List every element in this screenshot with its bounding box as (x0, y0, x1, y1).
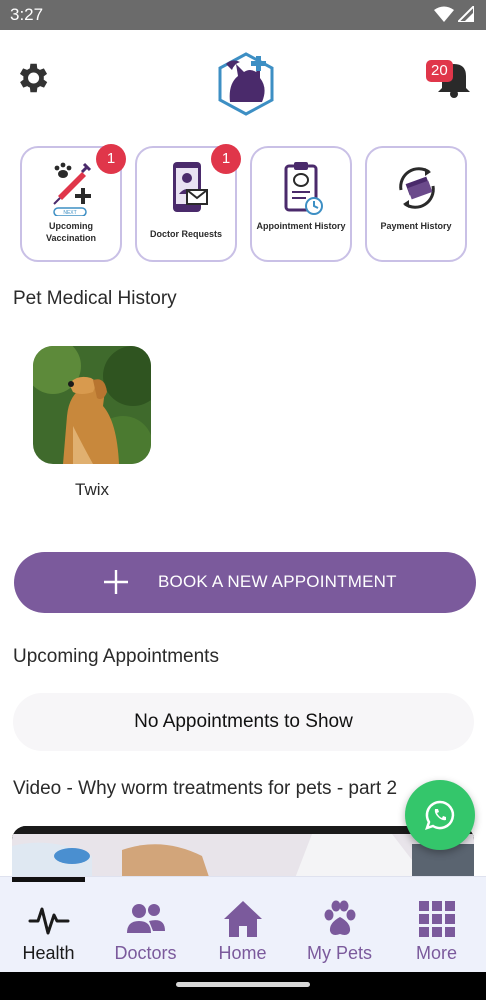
vaccination-badge: 1 (96, 144, 126, 174)
appointment-history-card[interactable]: Appointment History (250, 146, 352, 262)
nav-home[interactable]: Home (194, 877, 291, 973)
heartbeat-icon (28, 907, 70, 935)
payment-history-card[interactable]: Payment History (365, 146, 467, 262)
video-title: Video - Why worm treatments for pets - p… (13, 778, 398, 799)
whatsapp-icon (425, 800, 455, 830)
pet-photo (33, 346, 151, 464)
notification-count-badge: 20 (426, 60, 453, 82)
doctor-requests-badge: 1 (211, 144, 241, 174)
nav-more[interactable]: More (388, 877, 485, 973)
plus-icon (104, 570, 128, 594)
status-icons (434, 6, 474, 22)
qa-label: Appointment History (256, 221, 346, 231)
nav-label: My Pets (306, 943, 372, 963)
paw-icon (324, 900, 356, 935)
syringe-paw-icon: NEXT (53, 162, 92, 216)
next-tag: NEXT (63, 210, 76, 216)
home-gesture-handle[interactable] (176, 982, 310, 987)
upcoming-vaccination-card[interactable]: NEXT Upcoming Vaccination 1 (20, 144, 126, 262)
nav-label: Health (22, 943, 75, 963)
book-appointment-label: BOOK A NEW APPOINTMENT (158, 572, 397, 591)
no-appointments-text: No Appointments to Show (134, 711, 353, 732)
cash-cycle-icon (399, 167, 435, 209)
nav-my-pets[interactable]: My Pets (291, 877, 388, 973)
nav-label: Doctors (114, 943, 177, 963)
home-icon (224, 901, 262, 937)
nav-label: More (415, 943, 457, 963)
pet-card[interactable]: Twix (33, 346, 151, 500)
nav-health[interactable]: Health (0, 877, 97, 973)
no-appointments-box: No Appointments to Show (13, 693, 474, 751)
bottom-nav: Health Doctors Home My Pets More (0, 876, 486, 972)
qa-label: Doctor Requests (149, 229, 222, 239)
nav-label: Home (218, 943, 267, 963)
qa-label: Upcoming Vaccination (45, 221, 97, 243)
phone-doctor-mail-icon (173, 162, 208, 212)
book-appointment-button[interactable]: BOOK A NEW APPOINTMENT (14, 552, 476, 613)
whatsapp-button[interactable] (405, 780, 475, 850)
pet-name: Twix (75, 480, 109, 499)
signal-icon (458, 6, 474, 22)
upcoming-title: Upcoming Appointments (13, 646, 219, 667)
grid-icon (419, 901, 455, 937)
gesture-bar (0, 972, 486, 1000)
users-icon (127, 904, 165, 933)
qa-label: Payment History (380, 221, 452, 231)
gear-icon (19, 63, 48, 93)
doctor-requests-card[interactable]: Doctor Requests 1 (135, 144, 241, 262)
clipboard-clock-icon (284, 162, 323, 215)
pet-history-title: Pet Medical History (13, 288, 177, 309)
status-time: 3:27 (10, 5, 44, 24)
nav-doctors[interactable]: Doctors (97, 877, 194, 973)
app-logo (216, 50, 276, 118)
status-bar: 3:27 (0, 0, 486, 30)
notifications-button[interactable]: 20 (424, 58, 474, 98)
wifi-icon (434, 6, 454, 22)
header: 20 (0, 30, 486, 140)
quick-actions: NEXT Upcoming Vaccination 1 Doctor Reque… (18, 144, 470, 264)
settings-button[interactable] (12, 58, 52, 98)
